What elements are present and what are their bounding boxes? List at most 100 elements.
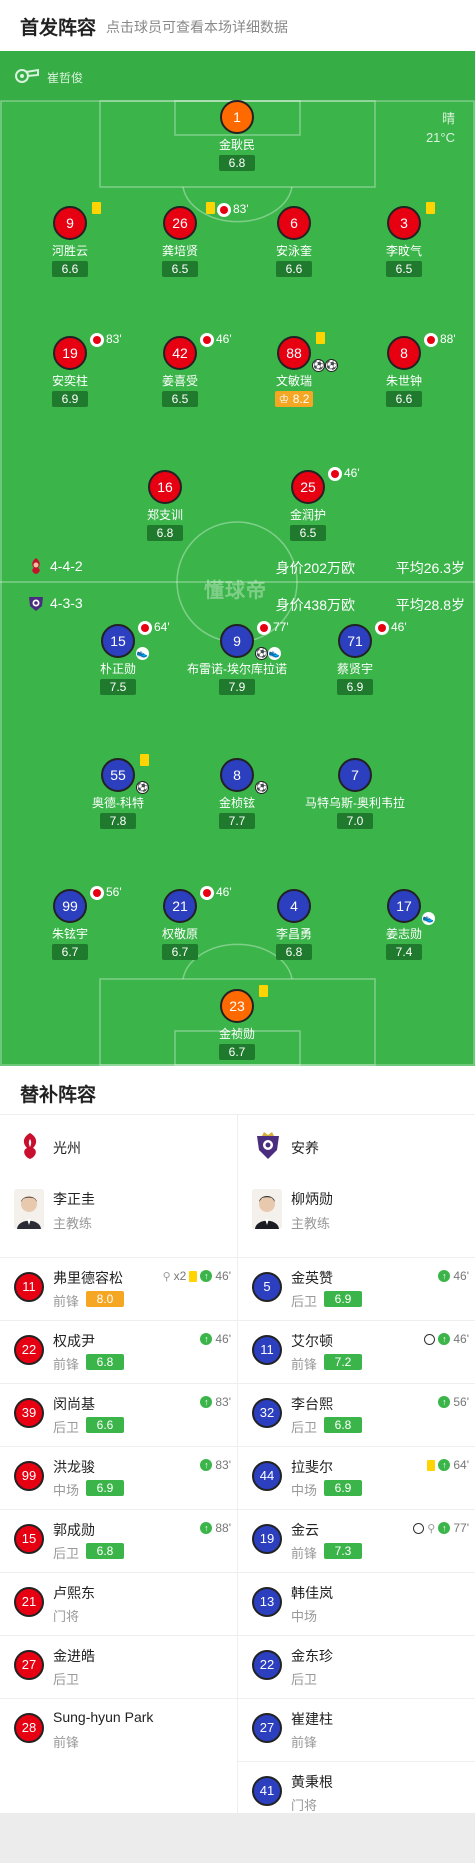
home-player[interactable]: 26 83' 龚培贤 6.5: [120, 202, 249, 278]
jersey-number: 11: [14, 1272, 44, 1302]
substitute-position: 前锋: [53, 1735, 80, 1750]
home-player[interactable]: 88 ⚽ ⚽ 文敏瑞 ♔ 8.2: [234, 332, 354, 408]
substitute-rating: 8.0: [86, 1291, 124, 1307]
substitute-row[interactable]: 11 艾尔顿 前锋 7.2 ↑ 46': [238, 1320, 475, 1383]
home-player[interactable]: 8 88' 朱世钟 6.6: [344, 332, 464, 408]
substitute-row[interactable]: 22 金东珍 后卫: [238, 1635, 475, 1698]
substitution-time: 46': [216, 332, 232, 346]
jersey-number: 44: [252, 1461, 282, 1491]
home-player[interactable]: 19 83' 安奕柱 6.9: [10, 332, 130, 408]
player-rating: 6.5: [386, 261, 422, 277]
home-player[interactable]: 25 46' 金润护 6.5: [248, 466, 368, 542]
home-player[interactable]: 42 46' 姜喜受 6.5: [120, 332, 240, 408]
substitute-row[interactable]: 22 权成尹 前锋 6.8 ↑ 46': [0, 1320, 237, 1383]
substitute-row[interactable]: 39 闵尚基 后卫 6.6 ↑ 83': [0, 1383, 237, 1446]
home-player[interactable]: 9 河胜云 6.6: [10, 202, 130, 278]
substitute-position: 前锋: [291, 1546, 318, 1561]
substitute-name: 金进皓: [53, 1648, 95, 1664]
substitute-rating: 6.9: [86, 1480, 124, 1496]
jersey-number: 21: [163, 889, 197, 923]
substitution-out-icon: [200, 886, 214, 900]
substitute-position: 后卫: [53, 1420, 80, 1435]
away-player[interactable]: 21 46' 权敬原 6.7: [120, 885, 240, 961]
away-player[interactable]: 4 李昌勇 6.8: [234, 889, 354, 961]
assist-boot-icon: 👟: [422, 912, 435, 925]
substitution-time: 77': [453, 1521, 469, 1535]
substitute-name: 韩佳岚: [291, 1585, 333, 1601]
jersey-number: 88: [277, 336, 311, 370]
substitute-position: 后卫: [291, 1294, 318, 1309]
jersey-number: 23: [220, 989, 254, 1023]
player-name: 马特乌斯-奥利韦拉: [305, 796, 405, 810]
substitute-events: ↑ 83': [200, 1394, 231, 1410]
home-subs-team[interactable]: 光州: [0, 1115, 237, 1177]
away-subs-team[interactable]: 安养: [238, 1115, 475, 1177]
substitute-row[interactable]: 13 韩佳岚 中场: [238, 1572, 475, 1635]
substitute-position: 后卫: [53, 1672, 80, 1687]
substitution-time: 56': [453, 1395, 469, 1409]
substitute-rating: 6.8: [86, 1354, 124, 1370]
away-player[interactable]: 23 金祯勋 6.7: [177, 985, 297, 1061]
jersey-number: 7: [338, 758, 372, 792]
player-rating: 6.9: [52, 391, 88, 407]
jersey-number: 15: [101, 624, 135, 658]
substitute-name: 金英赞: [291, 1270, 333, 1286]
weather-info: 晴 21°C: [385, 109, 455, 147]
player-rating: ♔ 8.2: [274, 391, 314, 407]
home-player[interactable]: 3 李旼气 6.5: [344, 202, 464, 278]
anyang-logo-icon: [257, 1132, 279, 1159]
substitute-events: ↑ 46': [424, 1331, 469, 1347]
home-player[interactable]: 1 金耿民 6.8: [177, 100, 297, 172]
away-coach-role: 主教练: [291, 1216, 331, 1231]
substitution-time: 46': [344, 466, 360, 480]
substitute-events: ↑ 83': [200, 1457, 231, 1473]
jersey-number: 16: [148, 470, 182, 504]
away-coach[interactable]: 柳炳勋 主教练: [238, 1177, 475, 1257]
away-player[interactable]: 9 77' ⚽ 👟 布雷诺-埃尔库拉诺 7.9: [177, 620, 297, 696]
substitute-events: ⚲ ↑ 77': [413, 1520, 469, 1536]
substitution-out-icon: [424, 333, 438, 347]
player-rating: 6.7: [52, 944, 88, 960]
substitute-row[interactable]: 11 弗里德容松 前锋 8.0 ⚲ x2 ↑ 46': [0, 1257, 237, 1320]
player-rating: 6.8: [147, 525, 183, 541]
substitute-row[interactable]: 5 金英赞 后卫 6.9 ↑ 46': [238, 1257, 475, 1320]
player-name: 安奕柱: [51, 374, 88, 388]
substitute-events: ↑ 46': [438, 1268, 469, 1284]
home-player[interactable]: 6 安泳奎 6.6: [234, 206, 354, 278]
yellow-card-icon: [259, 985, 268, 997]
substitute-row[interactable]: 19 金云 前锋 7.3 ⚲ ↑ 77': [238, 1509, 475, 1572]
substitute-position: 门将: [53, 1609, 80, 1624]
player-name: 郑支训: [146, 508, 183, 522]
away-player[interactable]: 99 56' 朱铉宇 6.7: [10, 885, 130, 961]
player-rating: 6.9: [337, 679, 373, 695]
substitute-position: 后卫: [291, 1672, 318, 1687]
away-formation: 4-3-3: [50, 595, 83, 611]
substitute-row[interactable]: 21 卢熙东 门将: [0, 1572, 237, 1635]
player-rating: 7.4: [386, 944, 422, 960]
assist-boot-icon: ⚲: [162, 1270, 171, 1283]
away-player[interactable]: 8 ⚽ 金桢铉 7.7: [177, 758, 297, 830]
substitute-row[interactable]: 28 Sung-hyun Park 前锋: [0, 1698, 237, 1761]
substitute-row[interactable]: 41 黄秉根 门将: [238, 1761, 475, 1824]
substitute-row[interactable]: 44 拉斐尔 中场 6.9 ↑ 64': [238, 1446, 475, 1509]
substitute-position: 后卫: [53, 1546, 80, 1561]
substitute-rating: 7.3: [324, 1543, 362, 1559]
substitute-row[interactable]: 99 洪龙骏 中场 6.9 ↑ 83': [0, 1446, 237, 1509]
away-player[interactable]: 17 👟 姜志勋 7.4: [344, 889, 464, 961]
away-player[interactable]: 7 马特乌斯-奥利韦拉 7.0: [295, 758, 415, 830]
home-player[interactable]: 16 郑支训 6.8: [105, 470, 225, 542]
away-player[interactable]: 71 46' 蔡贤宇 6.9: [295, 620, 415, 696]
substitute-events: ↑ 88': [200, 1520, 231, 1536]
jersey-number: 8: [387, 336, 421, 370]
home-coach[interactable]: 李正圭 主教练: [0, 1177, 237, 1257]
substitute-row[interactable]: 15 郭成勋 后卫 6.8 ↑ 88': [0, 1509, 237, 1572]
substitute-row[interactable]: 32 李台熙 后卫 6.8 ↑ 56': [238, 1383, 475, 1446]
jersey-number: 55: [101, 758, 135, 792]
substitution-out-icon: [138, 621, 152, 635]
away-player[interactable]: 15 64' 👟 朴正勋 7.5: [58, 620, 178, 696]
substitution-out-icon: [217, 203, 231, 217]
substitution-time: 64': [453, 1458, 469, 1472]
away-player[interactable]: 55 ⚽ 奥德-科特 7.8: [58, 754, 178, 830]
substitute-row[interactable]: 27 崔建柱 前锋: [238, 1698, 475, 1761]
substitute-row[interactable]: 27 金进皓 后卫: [0, 1635, 237, 1698]
